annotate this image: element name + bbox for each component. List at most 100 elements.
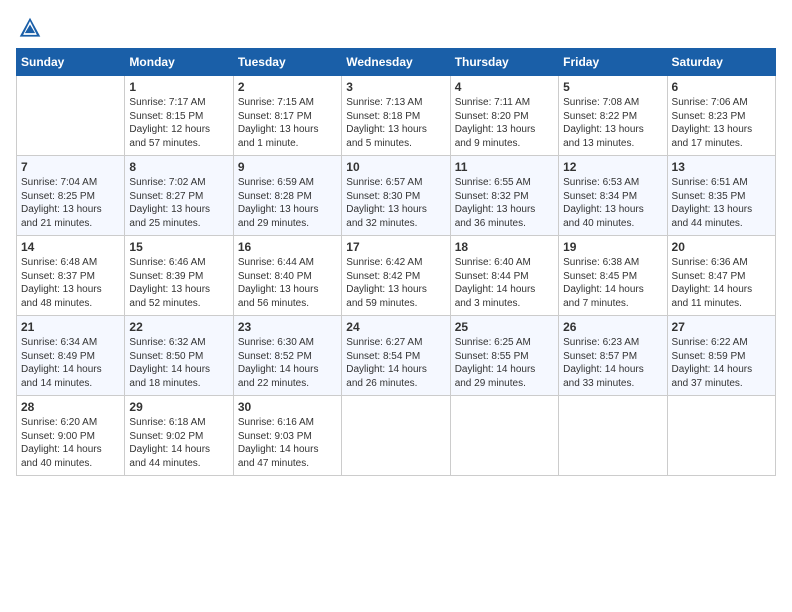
calendar-cell: 3 Sunrise: 7:13 AMSunset: 8:18 PMDaylight… (342, 76, 450, 156)
calendar-week-row: 7 Sunrise: 7:04 AMSunset: 8:25 PMDaylight… (17, 156, 776, 236)
calendar-cell: 14 Sunrise: 6:48 AMSunset: 8:37 PMDayligh… (17, 236, 125, 316)
calendar-cell: 13 Sunrise: 6:51 AMSunset: 8:35 PMDayligh… (667, 156, 775, 236)
day-info: Sunrise: 6:23 AMSunset: 8:57 PMDaylight:… (563, 336, 662, 390)
day-info: Sunrise: 6:57 AMSunset: 8:30 PMDaylight:… (346, 176, 445, 230)
calendar-cell: 9 Sunrise: 6:59 AMSunset: 8:28 PMDaylight… (233, 156, 341, 236)
day-number: 15 (129, 240, 228, 254)
day-number: 9 (238, 160, 337, 174)
day-number: 17 (346, 240, 445, 254)
day-info: Sunrise: 6:40 AMSunset: 8:44 PMDaylight:… (455, 256, 554, 310)
calendar-cell (342, 396, 450, 476)
day-number: 2 (238, 80, 337, 94)
day-info: Sunrise: 7:13 AMSunset: 8:18 PMDaylight:… (346, 96, 445, 150)
calendar-header-row: SundayMondayTuesdayWednesdayThursdayFrid… (17, 49, 776, 76)
day-number: 3 (346, 80, 445, 94)
day-info: Sunrise: 6:16 AMSunset: 9:03 PMDaylight:… (238, 416, 337, 470)
calendar-table: SundayMondayTuesdayWednesdayThursdayFrid… (16, 48, 776, 476)
day-number: 23 (238, 320, 337, 334)
day-info: Sunrise: 6:48 AMSunset: 8:37 PMDaylight:… (21, 256, 120, 310)
day-info: Sunrise: 6:34 AMSunset: 8:49 PMDaylight:… (21, 336, 120, 390)
day-number: 4 (455, 80, 554, 94)
calendar-cell (17, 76, 125, 156)
day-info: Sunrise: 6:51 AMSunset: 8:35 PMDaylight:… (672, 176, 771, 230)
calendar-cell: 17 Sunrise: 6:42 AMSunset: 8:42 PMDayligh… (342, 236, 450, 316)
header-thursday: Thursday (450, 49, 558, 76)
day-info: Sunrise: 6:44 AMSunset: 8:40 PMDaylight:… (238, 256, 337, 310)
calendar-cell: 22 Sunrise: 6:32 AMSunset: 8:50 PMDayligh… (125, 316, 233, 396)
calendar-cell: 20 Sunrise: 6:36 AMSunset: 8:47 PMDayligh… (667, 236, 775, 316)
calendar-cell (559, 396, 667, 476)
calendar-cell: 21Sunrise: 6:34 AMSunset: 8:49 PMDayligh… (17, 316, 125, 396)
day-info: Sunrise: 6:32 AMSunset: 8:50 PMDaylight:… (129, 336, 228, 390)
day-info: Sunrise: 6:27 AMSunset: 8:54 PMDaylight:… (346, 336, 445, 390)
day-info: Sunrise: 7:04 AMSunset: 8:25 PMDaylight:… (21, 176, 120, 230)
calendar-cell: 8Sunrise: 7:02 AMSunset: 8:27 PMDaylight… (125, 156, 233, 236)
calendar-cell: 15Sunrise: 6:46 AMSunset: 8:39 PMDayligh… (125, 236, 233, 316)
calendar-cell: 5 Sunrise: 7:08 AMSunset: 8:22 PMDaylight… (559, 76, 667, 156)
day-info: Sunrise: 6:25 AMSunset: 8:55 PMDaylight:… (455, 336, 554, 390)
header-tuesday: Tuesday (233, 49, 341, 76)
day-info: Sunrise: 7:08 AMSunset: 8:22 PMDaylight:… (563, 96, 662, 150)
calendar-cell: 25Sunrise: 6:25 AMSunset: 8:55 PMDayligh… (450, 316, 558, 396)
header-saturday: Saturday (667, 49, 775, 76)
calendar-cell (667, 396, 775, 476)
calendar-week-row: 14 Sunrise: 6:48 AMSunset: 8:37 PMDayligh… (17, 236, 776, 316)
header-monday: Monday (125, 49, 233, 76)
day-info: Sunrise: 6:42 AMSunset: 8:42 PMDaylight:… (346, 256, 445, 310)
calendar-cell: 23 Sunrise: 6:30 AMSunset: 8:52 PMDayligh… (233, 316, 341, 396)
calendar-cell: 29 Sunrise: 6:18 AMSunset: 9:02 PMDayligh… (125, 396, 233, 476)
day-info: Sunrise: 7:17 AMSunset: 8:15 PMDaylight:… (129, 96, 228, 150)
logo (16, 16, 42, 40)
calendar-cell (450, 396, 558, 476)
day-info: Sunrise: 6:22 AMSunset: 8:59 PMDaylight:… (672, 336, 771, 390)
day-number: 7 (21, 160, 120, 174)
calendar-cell: 27 Sunrise: 6:22 AMSunset: 8:59 PMDayligh… (667, 316, 775, 396)
calendar-cell: 19 Sunrise: 6:38 AMSunset: 8:45 PMDayligh… (559, 236, 667, 316)
calendar-week-row: 28 Sunrise: 6:20 AMSunset: 9:00 PMDayligh… (17, 396, 776, 476)
calendar-week-row: 21Sunrise: 6:34 AMSunset: 8:49 PMDayligh… (17, 316, 776, 396)
calendar-cell: 16 Sunrise: 6:44 AMSunset: 8:40 PMDayligh… (233, 236, 341, 316)
day-number: 11 (455, 160, 554, 174)
calendar-cell: 24 Sunrise: 6:27 AMSunset: 8:54 PMDayligh… (342, 316, 450, 396)
day-number: 1 (129, 80, 228, 94)
header-wednesday: Wednesday (342, 49, 450, 76)
day-number: 19 (563, 240, 662, 254)
calendar-cell: 2 Sunrise: 7:15 AMSunset: 8:17 PMDaylight… (233, 76, 341, 156)
day-number: 10 (346, 160, 445, 174)
calendar-cell: 11 Sunrise: 6:55 AMSunset: 8:32 PMDayligh… (450, 156, 558, 236)
calendar-cell: 26 Sunrise: 6:23 AMSunset: 8:57 PMDayligh… (559, 316, 667, 396)
calendar-cell: 18Sunrise: 6:40 AMSunset: 8:44 PMDayligh… (450, 236, 558, 316)
header-friday: Friday (559, 49, 667, 76)
day-info: Sunrise: 6:20 AMSunset: 9:00 PMDaylight:… (21, 416, 120, 470)
day-info: Sunrise: 6:36 AMSunset: 8:47 PMDaylight:… (672, 256, 771, 310)
day-number: 14 (21, 240, 120, 254)
day-info: Sunrise: 6:53 AMSunset: 8:34 PMDaylight:… (563, 176, 662, 230)
day-info: Sunrise: 7:06 AMSunset: 8:23 PMDaylight:… (672, 96, 771, 150)
day-number: 26 (563, 320, 662, 334)
calendar-cell: 12Sunrise: 6:53 AMSunset: 8:34 PMDayligh… (559, 156, 667, 236)
day-info: Sunrise: 6:38 AMSunset: 8:45 PMDaylight:… (563, 256, 662, 310)
day-number: 29 (129, 400, 228, 414)
logo-icon (18, 16, 42, 40)
day-number: 6 (672, 80, 771, 94)
day-number: 30 (238, 400, 337, 414)
day-number: 24 (346, 320, 445, 334)
calendar-cell: 28 Sunrise: 6:20 AMSunset: 9:00 PMDayligh… (17, 396, 125, 476)
header-sunday: Sunday (17, 49, 125, 76)
calendar-cell: 6 Sunrise: 7:06 AMSunset: 8:23 PMDaylight… (667, 76, 775, 156)
day-number: 13 (672, 160, 771, 174)
day-info: Sunrise: 6:30 AMSunset: 8:52 PMDaylight:… (238, 336, 337, 390)
day-info: Sunrise: 6:18 AMSunset: 9:02 PMDaylight:… (129, 416, 228, 470)
day-number: 28 (21, 400, 120, 414)
day-info: Sunrise: 7:15 AMSunset: 8:17 PMDaylight:… (238, 96, 337, 150)
calendar-cell: 7 Sunrise: 7:04 AMSunset: 8:25 PMDaylight… (17, 156, 125, 236)
day-info: Sunrise: 7:02 AMSunset: 8:27 PMDaylight:… (129, 176, 228, 230)
day-number: 20 (672, 240, 771, 254)
calendar-cell: 10 Sunrise: 6:57 AMSunset: 8:30 PMDayligh… (342, 156, 450, 236)
day-info: Sunrise: 6:59 AMSunset: 8:28 PMDaylight:… (238, 176, 337, 230)
day-number: 16 (238, 240, 337, 254)
day-number: 5 (563, 80, 662, 94)
day-info: Sunrise: 6:55 AMSunset: 8:32 PMDaylight:… (455, 176, 554, 230)
day-number: 22 (129, 320, 228, 334)
day-number: 27 (672, 320, 771, 334)
